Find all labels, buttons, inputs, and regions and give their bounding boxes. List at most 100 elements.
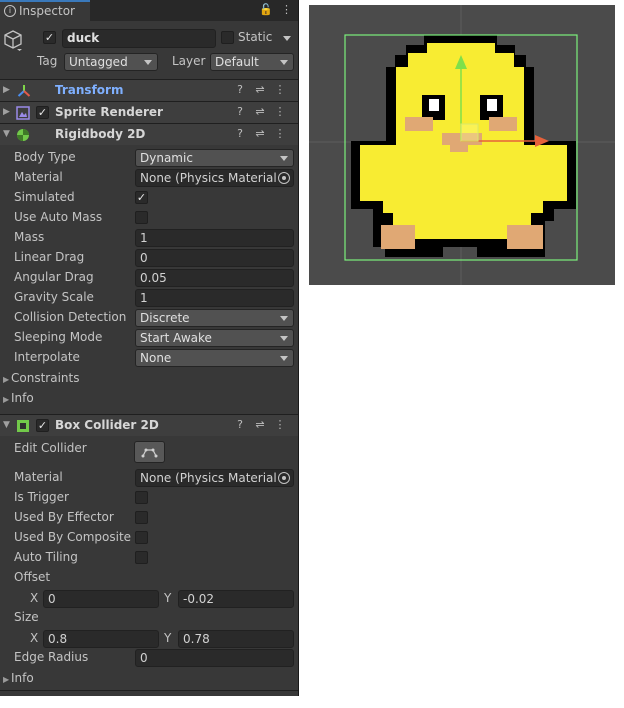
component-name: Rigidbody 2D (55, 127, 146, 141)
object-picker-icon[interactable] (278, 472, 290, 484)
preset-sliders-icon[interactable]: ⇌ (250, 83, 270, 96)
edit-collider-icon (141, 448, 158, 458)
use-auto-mass-label: Use Auto Mass (14, 210, 103, 224)
collider-material-object-field[interactable]: None (Physics Material (135, 469, 294, 487)
info-icon: i (4, 5, 16, 17)
object-name-field[interactable]: duck (62, 29, 216, 48)
simulated-checkbox[interactable]: ✓ (135, 191, 148, 204)
rigidbody2d-header[interactable]: ▼ Rigidbody 2D ? ⇌ ⋮ (0, 123, 298, 145)
simulated-label: Simulated (14, 190, 75, 204)
size-y-field[interactable]: 0.78 (178, 630, 294, 648)
mass-field[interactable]: 1 (135, 229, 294, 247)
offset-y-field[interactable]: -0.02 (178, 590, 294, 608)
enabled-checkbox[interactable]: ✓ (36, 106, 49, 119)
scene-view[interactable] (309, 5, 615, 285)
info-label: Info (11, 391, 34, 405)
size-label: Size (14, 610, 39, 624)
preset-sliders-icon[interactable]: ⇌ (250, 127, 270, 140)
used-by-composite-checkbox[interactable] (135, 531, 148, 544)
divider (0, 690, 298, 691)
object-picker-icon[interactable] (278, 172, 290, 184)
is-trigger-checkbox[interactable] (135, 491, 148, 504)
material-label: Material (14, 170, 63, 184)
component-name: Box Collider 2D (55, 418, 159, 432)
edit-collider-label: Edit Collider (14, 441, 87, 455)
edit-collider-button[interactable] (134, 441, 165, 463)
collider-material-value: None (Physics Material (140, 471, 277, 485)
size-x-label: X (30, 631, 39, 645)
fold-arrow-icon[interactable]: ▼ (3, 420, 10, 430)
fold-arrow-icon[interactable]: ▶ (3, 107, 10, 117)
help-icon[interactable]: ? (230, 105, 250, 118)
enabled-checkbox[interactable]: ✓ (36, 419, 49, 432)
help-icon[interactable]: ? (230, 127, 250, 140)
gravity-scale-label: Gravity Scale (14, 290, 94, 304)
constraints-foldout[interactable]: ▶ Constraints (3, 371, 79, 385)
constraints-label: Constraints (11, 371, 80, 385)
use-auto-mass-checkbox[interactable] (135, 211, 148, 224)
tab-label: Inspector (19, 4, 75, 18)
preset-sliders-icon[interactable]: ⇌ (250, 418, 270, 431)
kebab-menu-icon[interactable]: ⋮ (270, 418, 290, 431)
layer-label: Layer (172, 54, 206, 68)
preset-sliders-icon[interactable]: ⇌ (250, 105, 270, 118)
auto-tiling-checkbox[interactable] (135, 551, 148, 564)
collision-detection-label: Collision Detection (14, 310, 127, 324)
fold-arrow-icon[interactable]: ▶ (3, 85, 10, 95)
kebab-menu-icon[interactable]: ⋮ (270, 105, 290, 118)
angular-drag-field[interactable]: 0.05 (135, 269, 294, 287)
transform-header[interactable]: ▶ Transform ? ⇌ ⋮ (0, 79, 298, 101)
fold-arrow-icon: ▶ (3, 675, 10, 684)
angular-drag-label: Angular Drag (14, 270, 94, 284)
fold-arrow-icon: ▶ (3, 395, 10, 404)
component-name: Sprite Renderer (55, 105, 163, 119)
used-by-composite-label: Used By Composite (14, 530, 132, 544)
edge-radius-field[interactable]: 0 (135, 649, 294, 667)
tab-inspector[interactable]: i Inspector (0, 0, 90, 21)
used-by-effector-checkbox[interactable] (135, 511, 148, 524)
body-type-dropdown[interactable]: Dynamic (135, 149, 294, 167)
offset-y-label: Y (164, 591, 172, 605)
linear-drag-field[interactable]: 0 (135, 249, 294, 267)
tag-label: Tag (37, 54, 58, 68)
interpolate-dropdown[interactable]: None (135, 349, 294, 367)
material-value: None (Physics Material (140, 171, 277, 185)
kebab-menu-icon[interactable]: ⋮ (281, 3, 292, 16)
size-x-field[interactable]: 0.8 (43, 630, 159, 648)
offset-label: Offset (14, 570, 51, 584)
collision-detection-dropdown[interactable]: Discrete (135, 309, 294, 327)
lock-icon[interactable]: 🔓 (259, 3, 273, 16)
offset-x-field[interactable]: 0 (43, 590, 159, 608)
inspector-panel: i Inspector 🔓 ⋮ ✓ duck Static Tag Untagge… (0, 0, 299, 696)
edge-radius-label: Edge Radius (14, 650, 89, 664)
static-checkbox[interactable] (221, 31, 234, 44)
sprite-renderer-icon (16, 106, 30, 123)
body-type-label: Body Type (14, 150, 76, 164)
gravity-scale-field[interactable]: 1 (135, 289, 294, 307)
material-object-field[interactable]: None (Physics Material (135, 169, 294, 187)
help-icon[interactable]: ? (230, 83, 250, 96)
kebab-menu-icon[interactable]: ⋮ (270, 127, 290, 140)
box-collider2d-icon (16, 419, 30, 436)
sleeping-mode-label: Sleeping Mode (14, 330, 103, 344)
duck-sprite[interactable] (309, 5, 615, 285)
is-trigger-label: Is Trigger (14, 490, 69, 504)
collider-info-foldout[interactable]: ▶ Info (3, 671, 34, 685)
fold-arrow-icon[interactable]: ▼ (3, 129, 10, 139)
layer-dropdown[interactable]: Default (210, 53, 294, 71)
help-icon[interactable]: ? (230, 418, 250, 431)
sprite-renderer-header[interactable]: ▶ ✓ Sprite Renderer ? ⇌ ⋮ (0, 101, 298, 123)
rigidbody2d-icon (16, 128, 30, 145)
kebab-menu-icon[interactable]: ⋮ (270, 83, 290, 96)
fold-arrow-icon: ▶ (3, 375, 10, 384)
tab-bar: i Inspector 🔓 ⋮ (0, 0, 298, 21)
gameobject-icon (3, 29, 23, 51)
active-checkbox[interactable]: ✓ (43, 31, 56, 44)
info-foldout[interactable]: ▶ Info (3, 391, 34, 405)
sleeping-mode-dropdown[interactable]: Start Awake (135, 329, 294, 347)
box-collider2d-header[interactable]: ▼ ✓ Box Collider 2D ? ⇌ ⋮ (0, 414, 298, 436)
static-dropdown-arrow[interactable] (283, 36, 291, 41)
collider-info-label: Info (11, 671, 34, 685)
transform-icon (17, 84, 31, 101)
tag-dropdown[interactable]: Untagged (64, 53, 158, 71)
